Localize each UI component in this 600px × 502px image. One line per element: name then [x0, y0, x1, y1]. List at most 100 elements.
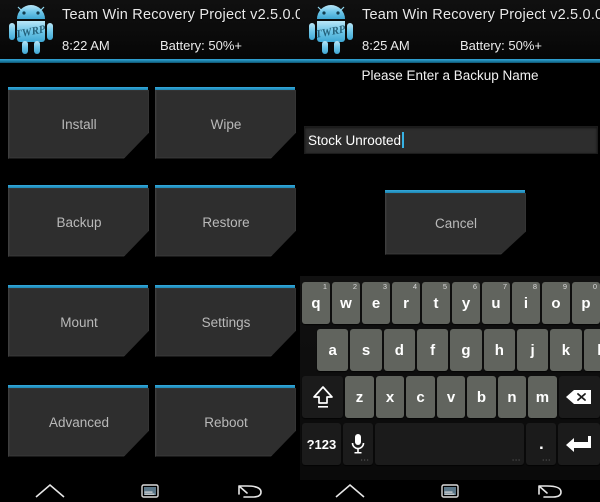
recent-apps-icon[interactable] [100, 483, 200, 499]
key-o[interactable]: 9 o [542, 282, 570, 324]
home-icon[interactable] [0, 483, 100, 499]
key-m[interactable]: m [528, 376, 557, 418]
cancel-button[interactable]: Cancel [385, 190, 526, 255]
menu-button-install[interactable]: Install [8, 87, 149, 159]
key-p[interactable]: 0 p [572, 282, 600, 324]
key-z-label: z [355, 388, 364, 406]
key-w[interactable]: 2 w [332, 282, 360, 324]
recent-apps-icon[interactable] [400, 483, 500, 499]
period-key-label: . [538, 434, 544, 453]
key-n-label: n [507, 388, 517, 406]
key-a[interactable]: a [317, 329, 349, 371]
screenshot-root: TWRP Team Win Recovery Project v2.5.0.0 … [0, 0, 600, 502]
key-k[interactable]: k [550, 329, 582, 371]
key-t-label: t [433, 294, 439, 312]
key-q[interactable]: 1 q [302, 282, 330, 324]
key-h-label: h [494, 341, 504, 359]
key-j-label: j [530, 341, 535, 359]
key-t[interactable]: 5 t [422, 282, 450, 324]
button-accent-top [385, 190, 525, 193]
key-y[interactable]: 6 y [452, 282, 480, 324]
key-t-superscript: 5 [442, 282, 447, 291]
menu-button-backup-label: Backup [8, 188, 149, 257]
key-r-label: r [403, 294, 409, 312]
keyboard-row-1: 1 q 2 w 3 e 4 r 5 t 6 y 7 u 8 i 9 o 0 p [300, 282, 600, 324]
key-x[interactable]: x [375, 376, 405, 418]
key-r[interactable]: 4 r [392, 282, 420, 324]
menu-button-wipe-label: Wipe [155, 90, 296, 159]
app-title-right: Team Win Recovery Project v2.5.0.0 [362, 7, 600, 23]
period-key[interactable]: . ··· [526, 423, 557, 465]
key-k-label: k [561, 341, 571, 359]
key-p-superscript: 0 [592, 282, 597, 291]
key-g[interactable]: g [450, 329, 482, 371]
key-a-label: a [328, 341, 337, 359]
menu-button-wipe[interactable]: Wipe [155, 87, 296, 159]
key-j[interactable]: j [516, 329, 549, 371]
home-icon[interactable] [300, 483, 400, 499]
key-i-superscript: 8 [532, 282, 537, 291]
keyboard-row-3: z x c v b n m [300, 376, 600, 418]
text-caret [402, 132, 405, 148]
menu-button-mount[interactable]: Mount [8, 285, 149, 357]
backspace-key-icon[interactable] [558, 376, 600, 418]
key-i[interactable]: 8 i [512, 282, 540, 324]
button-accent-top [155, 87, 295, 90]
key-h[interactable]: h [483, 329, 515, 371]
menu-button-advanced[interactable]: Advanced [8, 385, 149, 457]
key-n[interactable]: n [497, 376, 527, 418]
menu-button-backup[interactable]: Backup [8, 185, 149, 257]
menu-button-restore[interactable]: Restore [155, 185, 296, 257]
backup-name-prompt: Please Enter a Backup Name [361, 68, 539, 83]
key-f[interactable]: f [416, 329, 449, 371]
shift-key-icon[interactable] [302, 376, 344, 418]
period-key-more-dots: ··· [542, 458, 552, 464]
key-u[interactable]: 7 u [482, 282, 510, 324]
button-accent-top [8, 385, 148, 388]
key-b-label: b [476, 388, 487, 406]
menu-button-settings[interactable]: Settings [155, 285, 296, 357]
enter-key-icon[interactable] [558, 423, 600, 465]
key-l[interactable]: l [583, 329, 600, 371]
key-b[interactable]: b [467, 376, 496, 418]
key-d-label: d [394, 341, 404, 359]
symbols-key[interactable]: ?123 [302, 423, 341, 465]
microphone-key-icon[interactable]: ··· [342, 423, 373, 465]
menu-button-reboot[interactable]: Reboot [155, 385, 296, 457]
space-key[interactable]: ··· [374, 423, 525, 465]
back-icon[interactable] [500, 483, 600, 499]
backup-name-input[interactable]: Stock Unrooted [304, 126, 598, 154]
back-icon[interactable] [200, 483, 300, 499]
left-header-bar: TWRP Team Win Recovery Project v2.5.0.0 … [0, 0, 300, 63]
key-d[interactable]: d [383, 329, 415, 371]
clock-left: 8:22 AM [62, 38, 110, 53]
key-c-label: c [416, 388, 425, 406]
left-panel-twrp-main-menu: TWRP Team Win Recovery Project v2.5.0.0 … [0, 0, 300, 502]
key-x-label: x [385, 388, 395, 406]
key-e[interactable]: 3 e [362, 282, 390, 324]
header-accent-rule-right [300, 59, 600, 63]
key-r-superscript: 4 [412, 282, 417, 291]
key-z[interactable]: z [345, 376, 374, 418]
key-g-label: g [461, 341, 471, 359]
key-u-label: u [491, 294, 501, 312]
on-screen-keyboard: 1 q 2 w 3 e 4 r 5 t 6 y 7 u 8 i 9 o 0 p … [300, 276, 600, 480]
key-s[interactable]: s [350, 329, 382, 371]
key-v[interactable]: v [436, 376, 466, 418]
right-panel-backup-name-entry: TWRP Team Win Recovery Project v2.5.0.0 … [300, 0, 600, 502]
navigation-bar-right [300, 480, 600, 502]
menu-button-settings-label: Settings [155, 288, 296, 357]
clock-right: 8:25 AM [362, 38, 410, 53]
button-accent-top [155, 385, 295, 388]
keyboard-row-4: ?123 ··· ··· . ··· [300, 423, 600, 465]
backup-name-input-value: Stock Unrooted [308, 132, 402, 148]
keyboard-row-2: a s d f g h j k l [300, 329, 600, 371]
button-accent-top [8, 87, 148, 90]
menu-button-mount-label: Mount [8, 288, 149, 357]
battery-status-left: Battery: 50%+ [160, 38, 243, 53]
key-c[interactable]: c [406, 376, 435, 418]
key-s-label: s [361, 341, 371, 359]
key-m-label: m [535, 388, 550, 406]
key-i-label: i [523, 294, 529, 312]
key-q-label: q [311, 294, 321, 312]
